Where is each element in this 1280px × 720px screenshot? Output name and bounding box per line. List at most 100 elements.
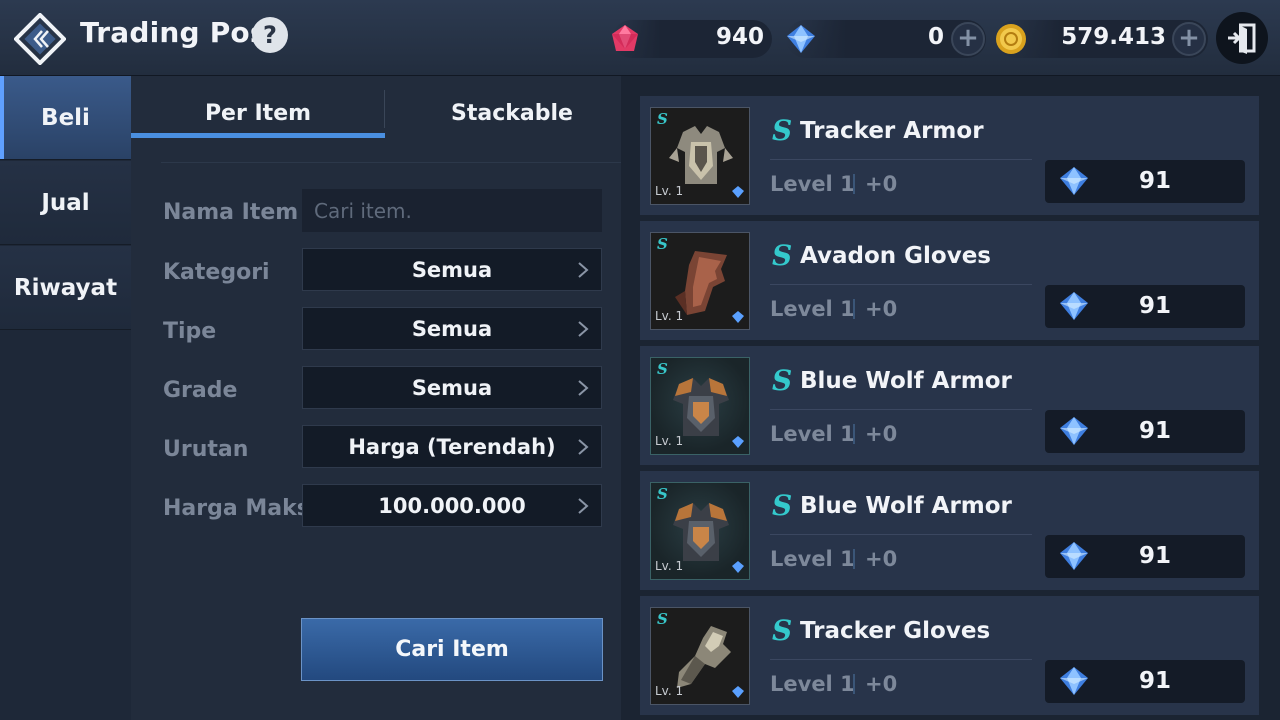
blue-diamond-icon [1060, 542, 1088, 570]
list-item[interactable]: S Lv. 1 S Blue Wolf Armor Level 1 +0 91 [640, 346, 1259, 468]
sort-select[interactable]: Harga (Terendah) [302, 425, 602, 468]
thumb-level: Lv. 1 [655, 559, 684, 573]
back-arrow-icon[interactable] [13, 12, 67, 66]
list-item[interactable]: S Lv. 1 S Avadon Gloves Level 1 +0 91 [640, 221, 1259, 343]
item-thumbnail: S Lv. 1 [650, 232, 750, 330]
item-grade-icon: S [772, 114, 793, 147]
thumb-level: Lv. 1 [655, 434, 684, 448]
add-diamond-button[interactable]: + [951, 22, 985, 56]
separator [853, 674, 855, 694]
divider [770, 284, 1032, 285]
separator [853, 174, 855, 194]
side-nav-item-jual[interactable]: Jual [0, 161, 131, 245]
grade-value: Semua [411, 375, 493, 400]
item-enhancement: +0 [865, 547, 898, 571]
blue-diamond-icon [732, 686, 744, 698]
max-price-value: 100.000.000 [378, 493, 526, 518]
item-name: Blue Wolf Armor [800, 493, 1012, 519]
side-nav-item-riwayat[interactable]: Riwayat [0, 246, 131, 330]
blue-diamond-amount: 0 [927, 24, 944, 50]
item-enhancement: +0 [865, 297, 898, 321]
exit-icon[interactable] [1216, 12, 1268, 64]
chevron-right-icon [578, 498, 589, 514]
item-name-label: Nama Item [163, 200, 299, 225]
item-grade-icon: S [772, 364, 793, 397]
item-enhancement: +0 [865, 672, 898, 696]
price-value: 91 [1138, 293, 1171, 319]
list-item[interactable]: S Lv. 1 S Tracker Armor Level 1 +0 91 [640, 96, 1259, 218]
side-nav-item-beli[interactable]: Beli [0, 76, 131, 160]
item-level: Level 1 [770, 297, 855, 321]
search-item-button[interactable]: Cari Item [301, 618, 603, 681]
item-level: Level 1 [770, 547, 855, 571]
blue-diamond-icon [1060, 417, 1088, 445]
item-thumbnail: S Lv. 1 [650, 357, 750, 455]
red-gem-amount: 940 [715, 24, 764, 50]
item-name-search-input[interactable] [302, 189, 602, 232]
tab-per-item[interactable]: Per Item [131, 90, 385, 136]
blue-diamond-icon [732, 311, 744, 323]
item-price: 91 [1045, 660, 1245, 703]
type-select[interactable]: Semua [302, 307, 602, 350]
blue-diamond-icon [732, 436, 744, 448]
thumb-level: Lv. 1 [655, 684, 684, 698]
price-value: 91 [1138, 668, 1171, 694]
divider [770, 409, 1032, 410]
top-bar: Trading Post ? 940 0 + 579.413 + [0, 0, 1280, 76]
filter-panel: Per Item Stackable Nama Item Kategori Se… [131, 76, 621, 720]
separator [853, 299, 855, 319]
item-thumbnail: S Lv. 1 [650, 482, 750, 580]
help-icon[interactable]: ? [252, 17, 288, 53]
blue-diamond-icon [732, 561, 744, 573]
thumb-level: Lv. 1 [655, 309, 684, 323]
chevron-right-icon [578, 321, 589, 337]
item-name: Tracker Gloves [800, 618, 991, 644]
item-price: 91 [1045, 160, 1245, 203]
price-value: 91 [1138, 418, 1171, 444]
item-level: Level 1 [770, 172, 855, 196]
panel-divider [161, 162, 621, 163]
tab-stackable[interactable]: Stackable [385, 90, 639, 136]
item-grade-icon: S [772, 239, 793, 272]
chevron-right-icon [578, 380, 589, 396]
blue-diamond-icon [1060, 292, 1088, 320]
max-price-select[interactable]: 100.000.000 [302, 484, 602, 527]
separator [853, 549, 855, 569]
blue-diamond-icon [784, 22, 818, 56]
sort-label: Urutan [163, 437, 249, 462]
item-price: 91 [1045, 410, 1245, 453]
divider [770, 534, 1032, 535]
chevron-right-icon [578, 262, 589, 278]
gold-coin-icon [994, 22, 1028, 56]
item-grade-icon: S [772, 614, 793, 647]
category-value: Semua [411, 257, 493, 282]
category-label: Kategori [163, 260, 270, 285]
divider [770, 659, 1032, 660]
list-item[interactable]: S Lv. 1 S Tracker Gloves Level 1 +0 91 [640, 596, 1259, 718]
chevron-right-icon [578, 439, 589, 455]
item-name: Blue Wolf Armor [800, 368, 1012, 394]
list-item[interactable]: S Lv. 1 S Blue Wolf Armor Level 1 +0 91 [640, 471, 1259, 593]
category-select[interactable]: Semua [302, 248, 602, 291]
side-nav: Beli Jual Riwayat [0, 76, 131, 720]
item-grade-icon: S [772, 489, 793, 522]
active-tab-indicator [131, 133, 385, 138]
thumb-level: Lv. 1 [655, 184, 684, 198]
red-gem-icon [608, 22, 642, 56]
grade-select[interactable]: Semua [302, 366, 602, 409]
divider [770, 159, 1032, 160]
item-thumbnail: S Lv. 1 [650, 607, 750, 705]
item-name: Tracker Armor [800, 118, 984, 144]
item-price: 91 [1045, 285, 1245, 328]
add-gold-button[interactable]: + [1172, 22, 1206, 56]
item-enhancement: +0 [865, 172, 898, 196]
blue-diamond-icon [732, 186, 744, 198]
grade-label: Grade [163, 378, 238, 403]
separator [853, 424, 855, 444]
item-thumbnail: S Lv. 1 [650, 107, 750, 205]
page-title: Trading Post [80, 16, 281, 49]
blue-diamond-icon [1060, 667, 1088, 695]
gold-amount: 579.413 [1061, 24, 1166, 50]
type-value: Semua [411, 316, 493, 341]
item-level: Level 1 [770, 672, 855, 696]
